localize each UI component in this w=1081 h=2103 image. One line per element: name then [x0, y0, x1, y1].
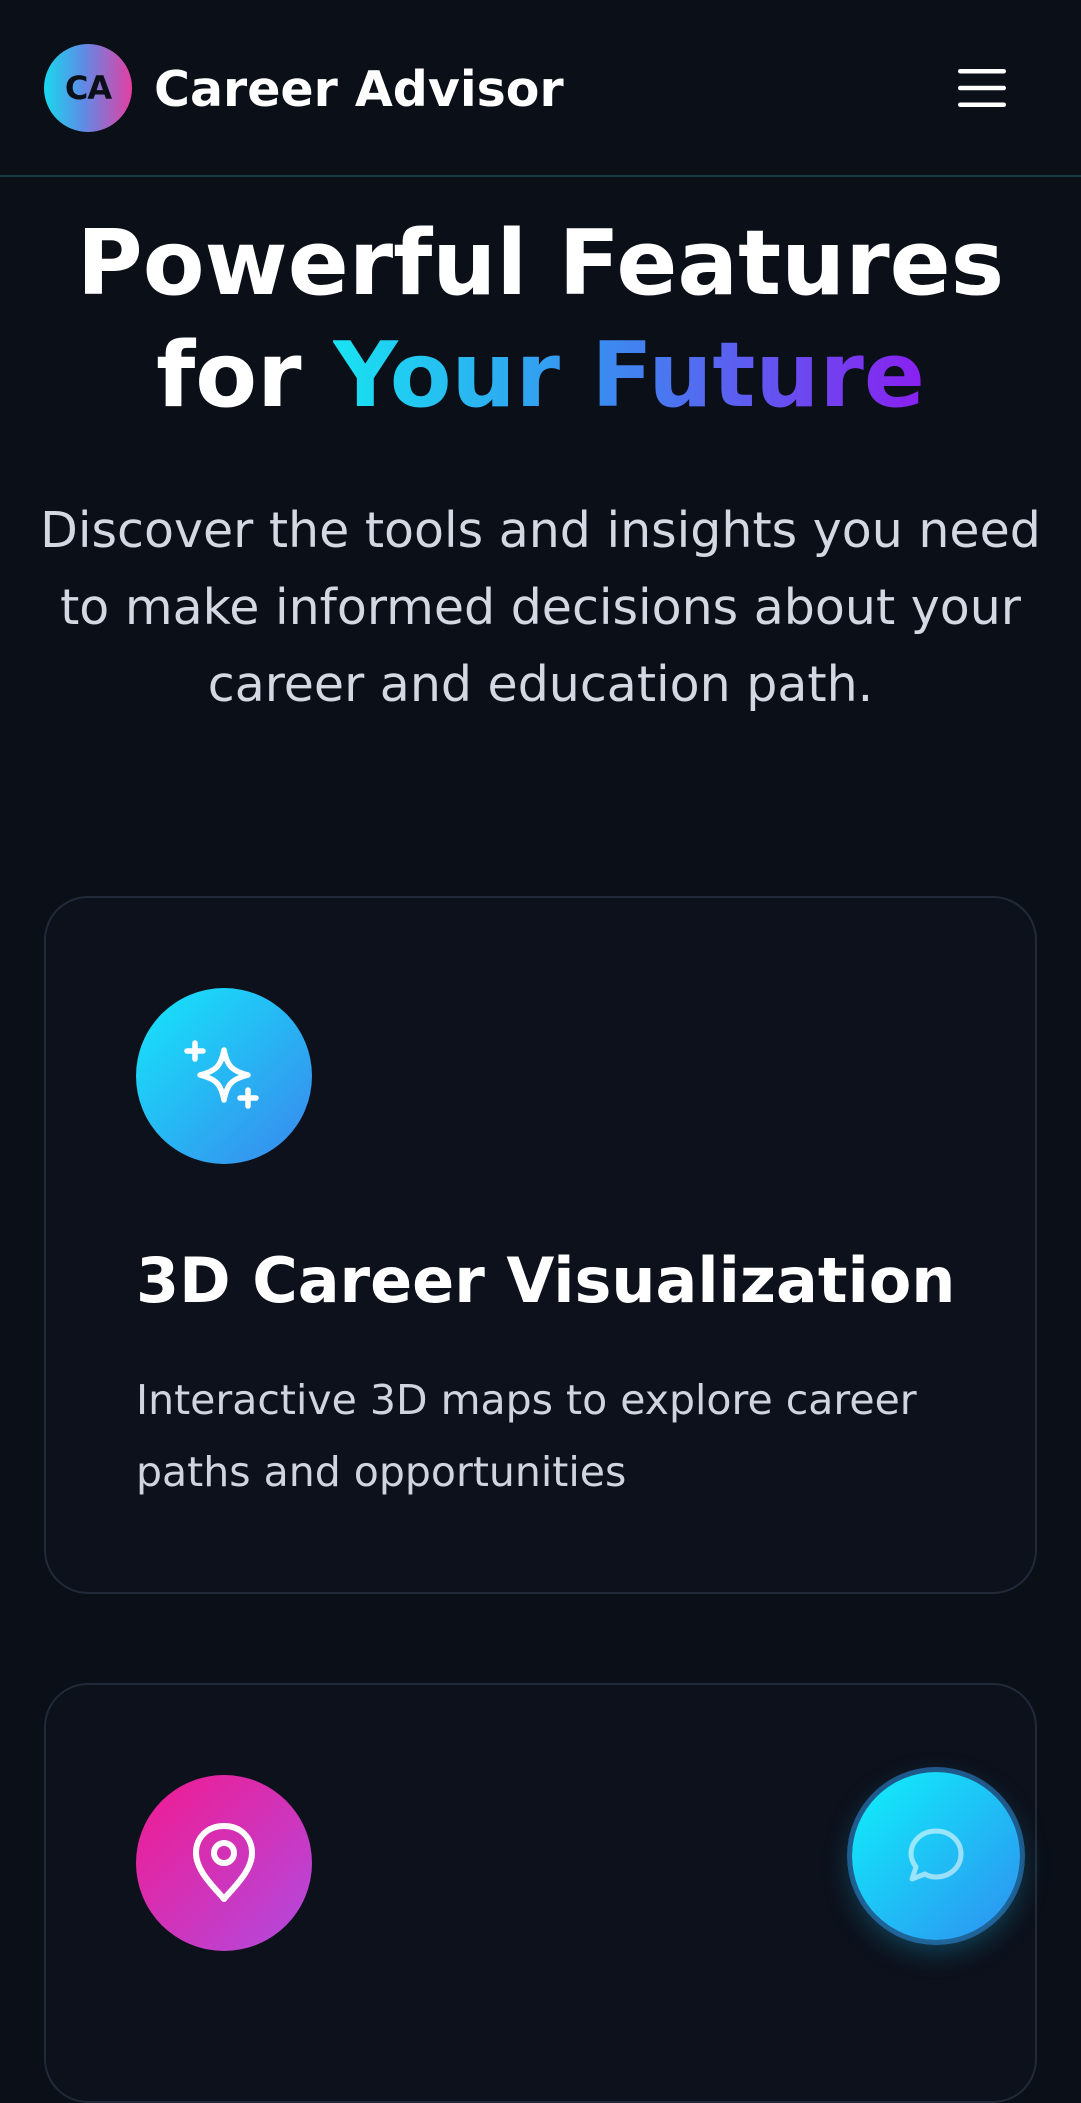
- feature-title: 3D Career Visualization: [136, 1244, 956, 1317]
- feature-description: Interactive 3D maps to explore career pa…: [136, 1376, 917, 1496]
- hero-title: Powerful Features for Your Future: [40, 208, 1041, 432]
- chat-bubble-icon: [908, 1828, 964, 1882]
- site-header: CA Career Advisor: [0, 0, 1081, 177]
- feature-card-career-visualization[interactable]: 3D Career Visualization Interactive 3D m…: [44, 896, 1037, 1594]
- brand-name[interactable]: Career Advisor: [154, 56, 564, 124]
- hero-subtitle: Discover the tools and insights you need…: [40, 502, 1041, 713]
- hero-title-for: for: [156, 323, 333, 428]
- hero-title-highlight: Your Future: [332, 323, 925, 428]
- chat-button[interactable]: [852, 1772, 1020, 1940]
- feature-icon-badge: [136, 988, 312, 1164]
- hamburger-menu-icon: [958, 69, 1006, 107]
- menu-button[interactable]: [942, 56, 1022, 120]
- sparkles-icon: [184, 1040, 259, 1109]
- hero-title-line1: Powerful Features: [76, 211, 1005, 316]
- map-pin-icon: [193, 1823, 255, 1902]
- feature-icon-badge: [136, 1775, 312, 1951]
- logo-badge[interactable]: CA: [44, 44, 132, 132]
